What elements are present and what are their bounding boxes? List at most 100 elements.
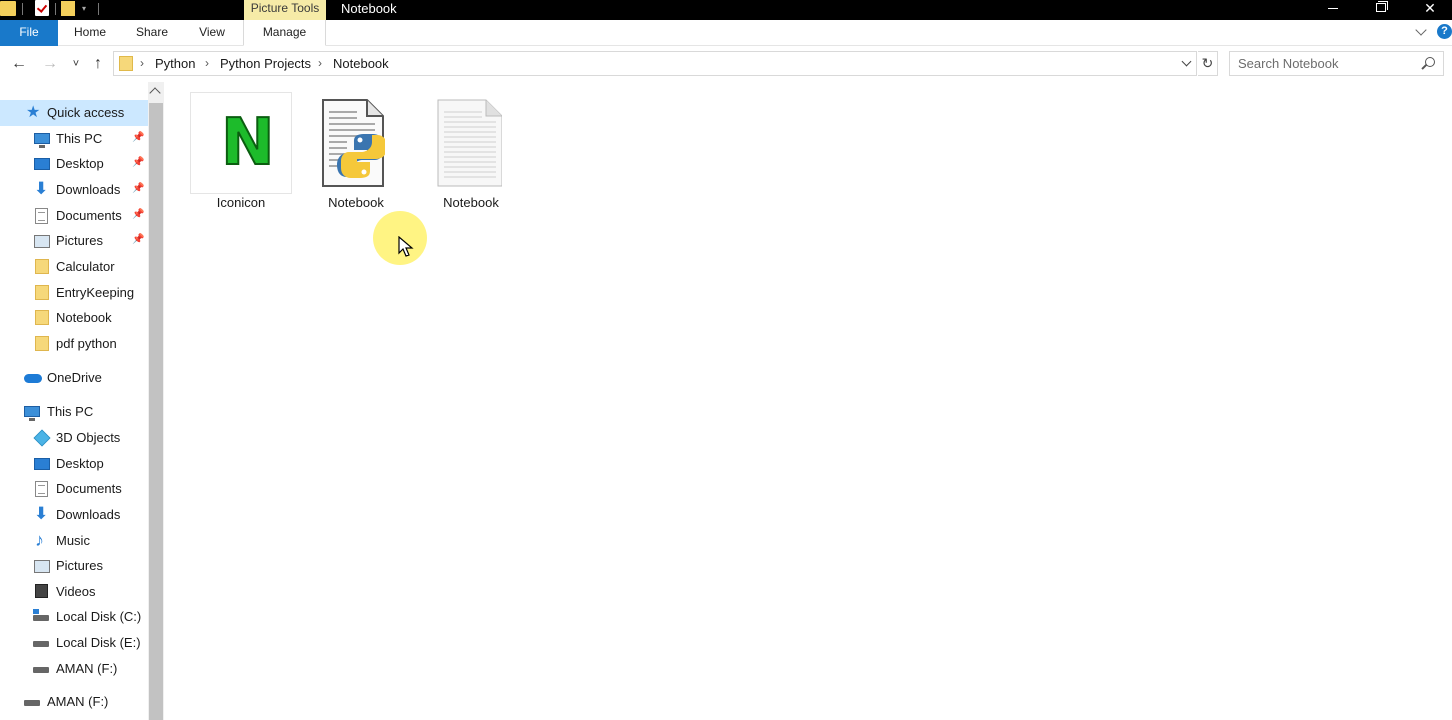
nav-quick-access[interactable]: ★ Quick access <box>0 100 148 126</box>
nav-item-local-disk-c[interactable]: Local Disk (C:) <box>0 604 148 630</box>
tab-share[interactable]: Share <box>126 20 178 46</box>
system-disk-icon <box>33 609 49 621</box>
nav-item-music[interactable]: ♪ Music <box>0 528 148 554</box>
thumbnail-frame: N <box>190 92 292 194</box>
disk-icon <box>33 641 49 647</box>
nav-item-entrykeeping[interactable]: EntryKeeping <box>0 280 148 306</box>
breadcrumb-separator[interactable]: › <box>205 56 209 70</box>
back-button[interactable]: ← <box>9 55 29 75</box>
disk-icon <box>33 667 49 673</box>
nav-label: Pictures <box>56 558 103 573</box>
new-folder-icon[interactable] <box>61 1 75 16</box>
nav-onedrive[interactable]: OneDrive <box>0 365 148 391</box>
nav-label: This PC <box>56 131 103 146</box>
pin-icon[interactable]: 📌 <box>132 132 144 143</box>
nav-item-desktop-pinned[interactable]: Desktop 📌 <box>0 151 148 177</box>
tab-home[interactable]: Home <box>62 20 118 46</box>
file-item-iconicon[interactable]: N Iconicon <box>189 92 293 214</box>
tab-file[interactable]: File <box>0 20 58 46</box>
onedrive-cloud-icon <box>24 374 42 383</box>
folder-icon <box>35 259 49 274</box>
nav-label: 3D Objects <box>56 430 121 445</box>
minimize-icon <box>1328 8 1338 9</box>
breadcrumb-separator[interactable]: › <box>140 56 144 70</box>
pin-icon[interactable]: 📌 <box>132 234 144 245</box>
folder-icon <box>35 336 49 351</box>
expand-ribbon-chevron-icon[interactable] <box>1415 24 1427 36</box>
nav-this-pc[interactable]: This PC <box>0 399 148 425</box>
nav-item-pictures-pinned[interactable]: Pictures 📌 <box>0 228 148 254</box>
folder-icon <box>119 56 133 71</box>
breadcrumb-python-projects[interactable]: Python Projects <box>220 56 311 71</box>
desktop-icon <box>34 458 50 470</box>
nav-label: pdf python <box>56 336 117 351</box>
nav-item-calculator[interactable]: Calculator <box>0 254 148 280</box>
mouse-pointer-icon <box>398 236 414 257</box>
nav-item-desktop[interactable]: Desktop <box>0 451 148 477</box>
search-box[interactable] <box>1229 51 1444 76</box>
toolbar-divider <box>22 3 23 15</box>
tab-view[interactable]: View <box>186 20 238 46</box>
nav-item-pictures[interactable]: Pictures <box>0 553 148 579</box>
customize-toolbar-chevron-icon[interactable]: ▾ <box>82 4 86 13</box>
title-bar: ▾ Picture Tools Notebook ✕ <box>0 0 1452 20</box>
restore-button[interactable] <box>1358 0 1404 20</box>
downloads-icon: ⬇ <box>34 504 49 523</box>
search-icon[interactable] <box>1425 57 1435 67</box>
nav-item-3d-objects[interactable]: 3D Objects <box>0 425 148 451</box>
address-bar[interactable]: › Python › Python Projects › Notebook <box>113 51 1197 76</box>
nav-label: EntryKeeping <box>56 285 135 300</box>
nav-item-documents-pinned[interactable]: Documents 📌 <box>0 203 148 229</box>
up-button[interactable]: ↑ <box>88 55 108 75</box>
address-dropdown-chevron-icon[interactable] <box>1181 56 1192 67</box>
documents-icon <box>35 481 48 497</box>
refresh-button[interactable]: ↻ <box>1198 51 1218 76</box>
nav-label: This PC <box>47 404 94 419</box>
close-button[interactable]: ✕ <box>1407 0 1452 20</box>
tab-manage[interactable]: Manage <box>243 20 326 46</box>
pin-icon[interactable]: 📌 <box>132 157 144 168</box>
python-file-icon <box>322 99 385 187</box>
nav-item-downloads-pinned[interactable]: ⬇ Downloads 📌 <box>0 177 148 203</box>
toolbar-divider <box>98 3 99 15</box>
thumbnail-frame <box>305 92 407 194</box>
minimize-button[interactable] <box>1310 0 1356 20</box>
help-icon[interactable]: ? <box>1437 24 1452 39</box>
file-item-notebook-py[interactable]: Notebook <box>304 92 408 214</box>
nav-scrollbar-thumb[interactable] <box>149 103 163 720</box>
nav-item-videos[interactable]: Videos <box>0 579 148 605</box>
nav-label: Downloads <box>56 182 121 197</box>
navigation-bar: ← → ˅ ↑ › Python › Python Projects › Not… <box>0 47 1452 81</box>
pin-icon[interactable]: 📌 <box>132 183 144 194</box>
quick-access-folder-icon[interactable] <box>0 1 16 16</box>
3d-objects-icon <box>33 429 51 447</box>
monitor-icon <box>24 406 40 421</box>
search-input[interactable] <box>1230 52 1415 75</box>
properties-icon[interactable] <box>35 0 49 16</box>
file-name: Iconicon <box>216 195 266 210</box>
breadcrumb-separator[interactable]: › <box>318 56 322 70</box>
breadcrumb-python[interactable]: Python <box>155 56 195 71</box>
downloads-icon: ⬇ <box>34 179 49 198</box>
nav-item-aman-f[interactable]: AMAN (F:) <box>0 656 148 682</box>
file-item-notebook-txt[interactable]: Notebook <box>419 92 523 214</box>
nav-label: Quick access <box>47 105 125 120</box>
forward-button[interactable]: → <box>40 55 60 75</box>
nav-label: AMAN (F:) <box>47 694 109 709</box>
window-title: Notebook <box>341 1 397 16</box>
pin-icon[interactable]: 📌 <box>132 209 144 220</box>
nav-item-documents[interactable]: Documents <box>0 476 148 502</box>
nav-label: OneDrive <box>47 370 102 385</box>
nav-item-notebook[interactable]: Notebook <box>0 305 148 331</box>
recent-locations-button[interactable]: ˅ <box>66 55 86 75</box>
text-file-icon <box>437 99 502 187</box>
monitor-icon <box>34 133 50 148</box>
nav-item-local-disk-e[interactable]: Local Disk (E:) <box>0 630 148 656</box>
breadcrumb-notebook[interactable]: Notebook <box>333 56 389 71</box>
nav-item-pdf-python[interactable]: pdf python <box>0 331 148 357</box>
folder-icon <box>35 310 49 325</box>
nav-item-downloads[interactable]: ⬇ Downloads <box>0 502 148 528</box>
nav-item-this-pc-pinned[interactable]: This PC 📌 <box>0 126 148 152</box>
nav-drive-aman-f[interactable]: AMAN (F:) <box>0 689 148 715</box>
file-name: Notebook <box>443 195 499 210</box>
